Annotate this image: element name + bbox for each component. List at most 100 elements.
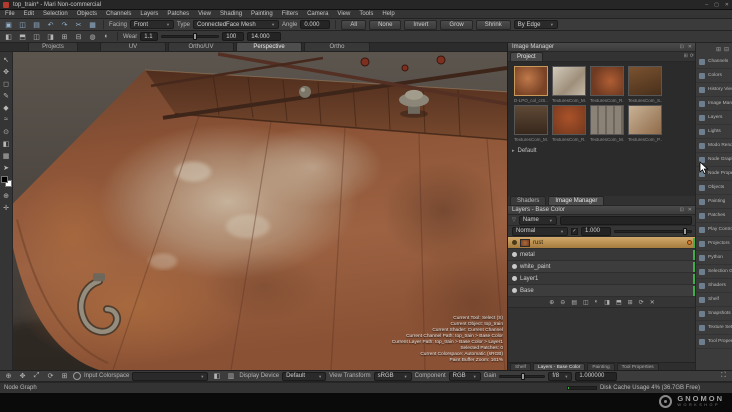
bake-icon[interactable]: ⊟ <box>73 32 84 42</box>
sidebar-item-tool-properties[interactable]: Tool Properties <box>696 335 732 349</box>
component-dropdown[interactable]: RGB ▼ <box>448 371 481 381</box>
view-transform-dropdown[interactable]: sRGB ▼ <box>373 371 412 381</box>
menu-patches[interactable]: Patches <box>167 11 189 17</box>
texture-thumbnail[interactable] <box>514 66 548 96</box>
refresh-images-icon[interactable]: ⟳ <box>690 53 694 59</box>
sidebar-item-painting[interactable]: Painting <box>696 195 732 209</box>
radius-field[interactable]: 100 <box>222 32 245 41</box>
dock-tab-layers-base-color[interactable]: Layers - Base Color <box>532 363 586 370</box>
nav-fit-icon[interactable]: ⤢ <box>31 371 42 381</box>
masking-icon[interactable]: ◨ <box>45 32 56 42</box>
viewport-3d-model[interactable] <box>13 52 507 370</box>
cut-icon[interactable]: ✂ <box>73 20 84 30</box>
filter-field-dropdown[interactable]: Name ▼ <box>518 215 557 225</box>
clone-stamp-icon[interactable]: ⊙ <box>1 126 12 137</box>
sidebar-item-colors[interactable]: Colors <box>696 69 732 83</box>
nav-reset-icon[interactable]: ⊕ <box>3 371 14 381</box>
blend-mode-dropdown[interactable]: Normal ▼ <box>512 226 568 236</box>
dock-tab-tool-properties[interactable]: Tool Properties <box>616 363 659 370</box>
paste-icon[interactable]: ▦ <box>87 20 98 30</box>
sidebar-item-image-manager[interactable]: Image Manager <box>696 97 732 111</box>
blur-tool-icon[interactable]: ≈ <box>1 114 12 125</box>
layer-visibility-icon[interactable] <box>512 252 517 257</box>
layer-row[interactable]: metal <box>508 249 696 261</box>
tab-projects[interactable]: Projects <box>28 42 78 51</box>
layer-amount-field[interactable]: 1.000 <box>581 226 611 236</box>
expand-arrow-icon[interactable]: ▸ <box>512 148 515 154</box>
delete-layer-icon[interactable]: ✕ <box>650 299 655 306</box>
layer-visibility-icon[interactable] <box>512 276 517 281</box>
texture-thumbnail[interactable] <box>628 66 662 96</box>
texture-thumbnail[interactable] <box>628 105 662 135</box>
duplicate-layer-icon[interactable]: ◫ <box>583 299 589 306</box>
sidebar-item-play-controls[interactable]: Play Controls <box>696 223 732 237</box>
sidebar-item-selection-groups[interactable]: Selection Groups <box>696 265 732 279</box>
layer-visibility-checkbox[interactable]: ✓ <box>571 227 578 235</box>
select-shrink-button[interactable]: Shrink <box>475 19 511 30</box>
projection-icon[interactable]: ⊞ <box>59 32 70 42</box>
minimize-button[interactable]: – <box>705 2 708 8</box>
transform-tool-icon[interactable]: ✥ <box>1 66 12 77</box>
open-project-icon[interactable]: ◫ <box>17 20 28 30</box>
sidebar-item-projectors[interactable]: Projectors <box>696 237 732 251</box>
paint-buffer-icon[interactable]: ⬒ <box>17 32 28 42</box>
redo-icon[interactable]: ↷ <box>59 20 70 30</box>
panel-close-icon[interactable]: ✕ <box>688 207 692 213</box>
gradient-tool-icon[interactable]: ◧ <box>1 138 12 149</box>
undo-icon[interactable]: ↶ <box>45 20 56 30</box>
tab-perspective[interactable]: Perspective <box>236 42 302 51</box>
select-all-button[interactable]: All <box>341 19 367 30</box>
menu-camera[interactable]: Camera <box>307 11 328 17</box>
sidebar-item-snapshots[interactable]: Snapshots <box>696 307 732 321</box>
menu-edit[interactable]: Edit <box>24 11 34 17</box>
menu-objects[interactable]: Objects <box>77 11 97 17</box>
paint-tool-icon[interactable]: ✎ <box>1 90 12 101</box>
layer-row[interactable]: white_paint <box>508 261 696 273</box>
wear-slider[interactable] <box>161 32 220 41</box>
color-swatches[interactable] <box>0 176 12 187</box>
zoom-tool-icon[interactable]: ⊕ <box>1 190 12 201</box>
sidebar-item-shelf[interactable]: Shelf <box>696 293 732 307</box>
paint-through-icon[interactable]: ◧ <box>3 32 14 42</box>
falloff-icon[interactable]: ◐ <box>101 32 112 42</box>
select-tool-icon[interactable]: ↖ <box>1 54 12 65</box>
maximize-button[interactable]: ▢ <box>714 2 719 8</box>
eraser-tool-icon[interactable]: ◆ <box>1 102 12 113</box>
wear-field[interactable]: 1.1 <box>140 32 159 41</box>
gain-value-field[interactable]: 1.000000 <box>575 371 618 381</box>
symmetry-icon[interactable]: ◫ <box>31 32 42 42</box>
dock-tab-image-manager[interactable]: Image Manager <box>548 196 605 205</box>
tab-uv[interactable]: UV <box>100 42 166 51</box>
sidebar-item-shaders[interactable]: Shaders <box>696 279 732 293</box>
menu-layers[interactable]: Layers <box>140 11 158 17</box>
sidebar-item-objects[interactable]: Objects <box>696 181 732 195</box>
histogram-icon[interactable]: ▥ <box>225 371 236 381</box>
layer-row[interactable]: rust <box>508 237 696 249</box>
texture-thumbnail[interactable] <box>514 105 548 135</box>
layer-row[interactable]: Layer1 <box>508 273 696 285</box>
pan-tool-icon[interactable]: ✛ <box>1 202 12 213</box>
input-colorspace-dropdown[interactable]: ▼ <box>132 371 209 381</box>
selection-type-dropdown[interactable]: ConnectedFace Mesh ▼ <box>193 20 280 29</box>
select-grow-button[interactable]: Grow <box>440 19 473 30</box>
size-field[interactable]: 14.000 <box>247 32 282 41</box>
nav-rotate-icon[interactable]: ⟳ <box>45 371 56 381</box>
facing-dropdown[interactable]: Front ▼ <box>130 20 175 29</box>
menu-painting[interactable]: Painting <box>251 11 273 17</box>
filter-funnel-icon[interactable]: ▽ <box>512 217 516 223</box>
add-mask-icon[interactable]: ◨ <box>604 299 610 306</box>
add-group-icon[interactable]: ▤ <box>571 299 577 306</box>
sidebar-item-history-view[interactable]: History View <box>696 83 732 97</box>
gain-slider[interactable] <box>499 372 546 381</box>
tab-ortho[interactable]: Ortho <box>304 42 370 51</box>
sidebar-item-layers[interactable]: Layers <box>696 111 732 125</box>
new-project-icon[interactable]: ▣ <box>3 20 14 30</box>
layer-visibility-icon[interactable] <box>512 240 517 245</box>
tab-ortho-uv[interactable]: Ortho/UV <box>168 42 234 51</box>
menu-filters[interactable]: Filters <box>282 11 298 17</box>
dock-layout-icon[interactable]: ⊞ <box>716 46 721 53</box>
vector-paint-icon[interactable]: ➤ <box>1 162 12 173</box>
paint-target-ring-icon[interactable] <box>73 372 81 380</box>
select-none-button[interactable]: None <box>369 19 402 30</box>
sidebar-item-patches[interactable]: Patches <box>696 209 732 223</box>
